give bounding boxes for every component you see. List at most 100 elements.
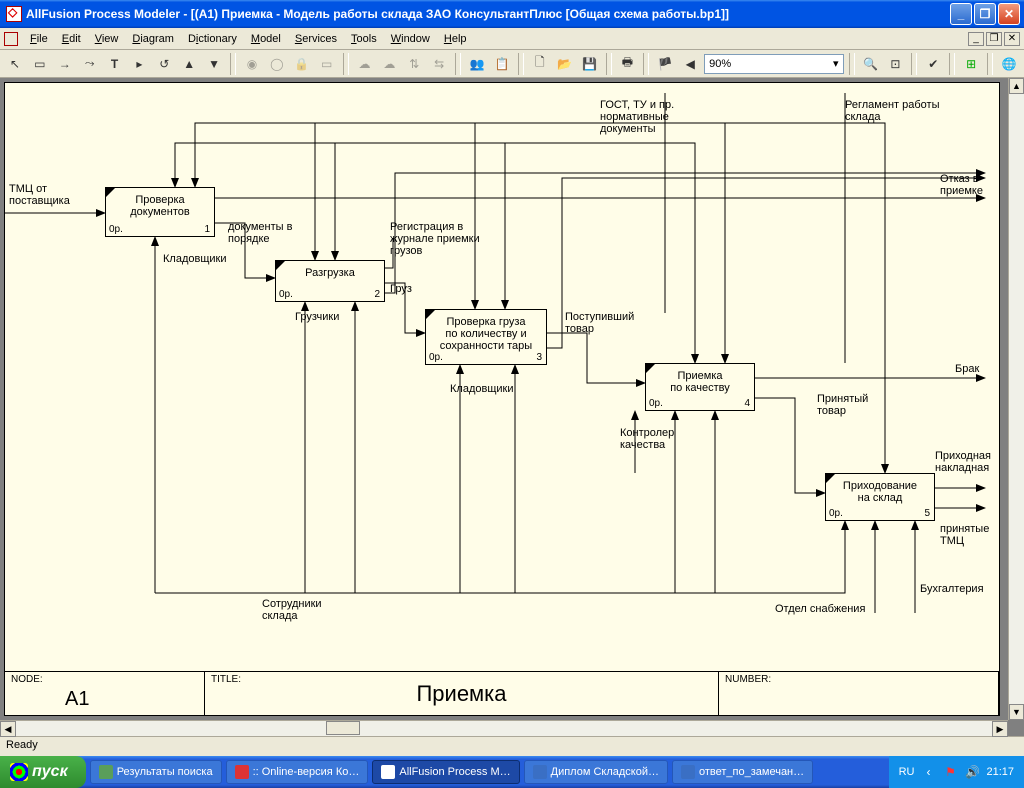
menu-help[interactable]: Help bbox=[438, 31, 473, 47]
tray-vol-icon[interactable]: 🔊 bbox=[964, 764, 980, 780]
mdi-minimize[interactable]: _ bbox=[968, 32, 984, 46]
spell-icon[interactable]: ✔ bbox=[922, 53, 944, 75]
activity-tool[interactable]: ▭ bbox=[29, 53, 51, 75]
label-otkaz: Отказ в приемке bbox=[940, 173, 983, 197]
vertical-scrollbar[interactable]: ▲▼ bbox=[1008, 78, 1024, 720]
menu-dictionary[interactable]: Dictionary bbox=[182, 31, 243, 47]
menu-diagram[interactable]: Diagram bbox=[126, 31, 180, 47]
dim7-icon[interactable]: ⇆ bbox=[428, 53, 450, 75]
label-kladovshiki2: Кладовщики bbox=[450, 383, 513, 395]
task-3[interactable]: AllFusion Process M… bbox=[372, 760, 519, 784]
open-icon[interactable]: 📂 bbox=[554, 53, 576, 75]
title-label: TITLE: bbox=[211, 674, 241, 685]
menu-tools[interactable]: Tools bbox=[345, 31, 383, 47]
tray-av-icon[interactable]: ⚑ bbox=[942, 764, 958, 780]
activity-box-2[interactable]: Разгрузка0р.2 bbox=[275, 260, 385, 302]
app-icon bbox=[6, 6, 22, 22]
dim1-icon[interactable]: ◉ bbox=[241, 53, 263, 75]
print-icon[interactable]: 🖶 bbox=[617, 53, 639, 75]
task-2[interactable]: :: Online-версия Ко… bbox=[226, 760, 369, 784]
label-otdel: Отдел снабжения bbox=[775, 603, 865, 615]
maximize-button[interactable]: ❐ bbox=[974, 3, 996, 25]
menu-window[interactable]: Window bbox=[385, 31, 436, 47]
activity-box-1[interactable]: Проверкадокументов0р.1 bbox=[105, 187, 215, 237]
label-gost: ГОСТ, ТУ и пр. нормативные документы bbox=[600, 99, 674, 135]
tray-hide-icon[interactable]: ‹ bbox=[920, 764, 936, 780]
label-docs-ok: документы в порядке bbox=[228, 221, 292, 245]
goto-tool[interactable]: ↺ bbox=[153, 53, 175, 75]
lock-icon[interactable]: 🔒 bbox=[291, 53, 313, 75]
report-icon[interactable]: 📋 bbox=[491, 53, 513, 75]
up-tool[interactable]: ▲ bbox=[178, 53, 200, 75]
dim3-icon[interactable]: ▭ bbox=[316, 53, 338, 75]
canvas-area: ТМЦ от поставщика Кладовщики документы в… bbox=[0, 78, 1024, 736]
task-5[interactable]: ответ_по_замечан… bbox=[672, 760, 813, 784]
label-brak: Брак bbox=[955, 363, 979, 375]
text-tool[interactable]: T bbox=[104, 53, 126, 75]
flag-icon[interactable]: 🏴 bbox=[654, 53, 676, 75]
window-title: AllFusion Process Modeler - [(A1) Приемк… bbox=[26, 7, 729, 21]
close-button[interactable]: ✕ bbox=[998, 3, 1020, 25]
label-gruzchiki: Грузчики bbox=[295, 311, 339, 323]
menu-services[interactable]: Services bbox=[289, 31, 343, 47]
number-label: NUMBER: bbox=[725, 674, 771, 685]
activity-box-3[interactable]: Проверка грузапо количеству исохранности… bbox=[425, 309, 547, 365]
title-value: Приемка bbox=[416, 681, 506, 707]
label-reglament: Регламент работы склада bbox=[845, 99, 939, 123]
label-registration: Регистрация в журнале приемки грузов bbox=[390, 221, 480, 257]
mdi-close[interactable]: ✕ bbox=[1004, 32, 1020, 46]
label-sotrudniki: Сотрудники склада bbox=[262, 598, 322, 622]
dim4-icon[interactable]: ☁ bbox=[354, 53, 376, 75]
arrow-tool[interactable]: → bbox=[54, 53, 76, 75]
menu-edit[interactable]: Edit bbox=[56, 31, 87, 47]
save-icon[interactable]: 💾 bbox=[579, 53, 601, 75]
prev-icon[interactable]: ◀ bbox=[679, 53, 701, 75]
label-buh: Бухгалтерия bbox=[920, 583, 984, 595]
status-bar: Ready bbox=[0, 736, 1024, 756]
dim5-icon[interactable]: ☁ bbox=[378, 53, 400, 75]
label-prinyatiy: Принятый товар bbox=[817, 393, 868, 417]
dim6-icon[interactable]: ⇅ bbox=[403, 53, 425, 75]
globe-icon[interactable]: 🌐 bbox=[998, 53, 1020, 75]
taskbar: пуск Результаты поиска :: Online-версия … bbox=[0, 756, 1024, 788]
label-prihodnaya: Приходная накладная bbox=[935, 450, 991, 474]
label-gruz: Груз bbox=[390, 283, 412, 295]
label-postup: Поступивший товар bbox=[565, 311, 634, 335]
squiggle-tool[interactable]: ⤳ bbox=[79, 53, 101, 75]
tree-icon[interactable]: ⊞ bbox=[960, 53, 982, 75]
activity-box-4[interactable]: Приемкапо качеству0р.4 bbox=[645, 363, 755, 411]
down-tool[interactable]: ▼ bbox=[203, 53, 225, 75]
label-tmc2: принятые ТМЦ bbox=[940, 523, 989, 547]
node-label: NODE: bbox=[11, 674, 43, 685]
drill-tool[interactable]: ▸ bbox=[128, 53, 150, 75]
label-kladovshiki: Кладовщики bbox=[163, 253, 226, 265]
menu-model[interactable]: Model bbox=[245, 31, 287, 47]
start-button[interactable]: пуск bbox=[0, 756, 86, 788]
horizontal-scrollbar[interactable]: ◀▶ bbox=[0, 720, 1008, 736]
zoomfit-icon[interactable]: ⊡ bbox=[884, 53, 906, 75]
diagram-footer: NODE: A1 TITLE: Приемка NUMBER: bbox=[5, 671, 999, 715]
zoomin-icon[interactable]: 🔍 bbox=[860, 53, 882, 75]
status-text: Ready bbox=[6, 739, 38, 751]
label-kontroler: Контролер качества bbox=[620, 427, 674, 451]
doc-icon bbox=[4, 32, 18, 46]
org-icon[interactable]: 👥 bbox=[466, 53, 488, 75]
new-icon[interactable]: 🗋 bbox=[529, 53, 551, 75]
task-1[interactable]: Результаты поиска bbox=[90, 760, 222, 784]
task-4[interactable]: Диплом Складской… bbox=[524, 760, 668, 784]
minimize-button[interactable]: _ bbox=[950, 3, 972, 25]
dim2-icon[interactable]: ◯ bbox=[266, 53, 288, 75]
label-tmc: ТМЦ от поставщика bbox=[9, 183, 70, 207]
toolbar: ↖ ▭ → ⤳ T ▸ ↺ ▲ ▼ ◉ ◯ 🔒 ▭ ☁ ☁ ⇅ ⇆ 👥 📋 🗋 … bbox=[0, 50, 1024, 78]
menu-bar: File Edit View Diagram Dictionary Model … bbox=[0, 28, 1024, 50]
menu-file[interactable]: File bbox=[24, 31, 54, 47]
activity-box-5[interactable]: Приходованиена склад0р.5 bbox=[825, 473, 935, 521]
zoom-combo[interactable]: 90%▾ bbox=[704, 54, 843, 74]
system-tray[interactable]: RU ‹ ⚑ 🔊 21:17 bbox=[889, 756, 1024, 788]
mdi-restore[interactable]: ❐ bbox=[986, 32, 1002, 46]
windows-logo-icon bbox=[10, 763, 28, 781]
diagram-page[interactable]: ТМЦ от поставщика Кладовщики документы в… bbox=[4, 82, 1000, 716]
menu-view[interactable]: View bbox=[89, 31, 125, 47]
pointer-tool[interactable]: ↖ bbox=[4, 53, 26, 75]
node-value: A1 bbox=[65, 688, 89, 711]
